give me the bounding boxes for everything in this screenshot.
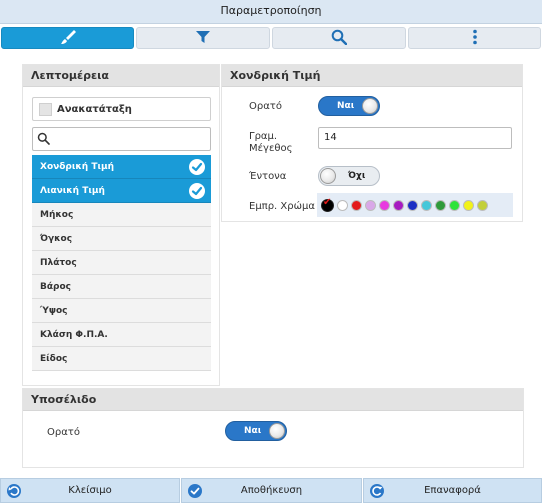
list-item[interactable]: Μήκος — [32, 203, 211, 227]
search-input[interactable] — [53, 131, 203, 147]
font-size-input[interactable]: 14 — [318, 127, 512, 149]
save-button-label: Αποθήκευση — [240, 485, 303, 496]
list-item[interactable]: Κλάση Φ.Π.Α. — [32, 323, 211, 347]
toggle-knob — [269, 423, 285, 439]
toggle-knob — [320, 168, 336, 184]
list-item-label: Χονδρική Τιμή — [40, 162, 114, 172]
bottom-action-bar: Κλείσιμο Αποθήκευση Επαναφορά — [0, 478, 542, 503]
field-settings-panel: Χονδρική Τιμή Ορατό Ναι Γραμ. Μέγεθος 14… — [221, 64, 523, 222]
check-icon — [189, 159, 205, 175]
close-button-label: Κλείσιμο — [68, 485, 112, 496]
bold-label: Έντονα — [249, 171, 287, 182]
tab-bar — [0, 25, 542, 51]
content-area: Λεπτομέρεια Ανακατάταξη Χονδρική Τιμή Λι… — [18, 58, 526, 470]
list-item-label: Μήκος — [40, 210, 74, 220]
details-panel-title: Λεπτομέρεια — [23, 65, 219, 87]
list-item[interactable]: Είδος — [32, 347, 211, 371]
color-label: Εμπρ. Χρώμα — [249, 201, 315, 212]
color-swatch-magenta[interactable] — [379, 199, 390, 211]
visible-label: Ορατό — [249, 101, 282, 112]
list-item-label: Πλάτος — [40, 258, 77, 268]
reset-button-label: Επαναφορά — [424, 485, 481, 496]
search-icon — [37, 132, 50, 148]
details-panel: Λεπτομέρεια Ανακατάταξη Χονδρική Τιμή Λι… — [22, 64, 220, 386]
field-settings-title: Χονδρική Τιμή — [222, 65, 522, 87]
list-item[interactable]: Βάρος — [32, 275, 211, 299]
list-item[interactable]: Πλάτος — [32, 251, 211, 275]
refresh-icon — [370, 484, 384, 498]
paintbrush-icon — [59, 29, 77, 48]
list-item[interactable]: Ύψος — [32, 299, 211, 323]
list-item-label: Ύψος — [40, 306, 68, 316]
bold-toggle-label: Όχι — [348, 171, 366, 181]
font-size-label: Γραμ. Μέγεθος — [249, 131, 293, 154]
footer-visible-toggle[interactable]: Ναι — [225, 421, 287, 441]
visible-toggle[interactable]: Ναι — [318, 96, 380, 116]
shuffle-label: Ανακατάταξη — [57, 103, 132, 115]
tab-brush[interactable] — [1, 27, 134, 49]
bold-toggle[interactable]: Όχι — [318, 166, 380, 186]
footer-panel-title: Υποσέλιδο — [23, 389, 523, 411]
list-item-label: Όγκος — [40, 234, 73, 244]
footer-visible-label: Ορατό — [47, 427, 80, 438]
color-swatch-yellow[interactable] — [463, 199, 474, 211]
shuffle-checkbox[interactable] — [39, 102, 52, 116]
color-palette — [317, 193, 513, 217]
filter-icon — [196, 30, 210, 47]
list-item[interactable]: Όγκος — [32, 227, 211, 251]
color-swatch-cyan[interactable] — [421, 199, 432, 211]
footer-visible-toggle-label: Ναι — [244, 426, 262, 436]
color-swatch-lime[interactable] — [449, 199, 460, 211]
color-swatch-black[interactable] — [321, 197, 334, 212]
color-swatch-purple[interactable] — [393, 199, 404, 211]
color-swatch-olive[interactable] — [477, 199, 488, 211]
close-button[interactable]: Κλείσιμο — [0, 478, 180, 503]
color-swatch-lilac[interactable] — [365, 199, 376, 211]
color-swatch-white[interactable] — [337, 199, 348, 211]
tab-more[interactable] — [408, 27, 541, 49]
color-swatch-blue[interactable] — [407, 199, 418, 211]
footer-panel: Υποσέλιδο Ορατό Ναι — [22, 388, 524, 468]
window-title: Παραμετροποίηση — [0, 0, 542, 24]
field-list: Χονδρική Τιμή Λιανική Τιμή Μήκος Όγκος Π… — [32, 155, 211, 383]
save-button[interactable]: Αποθήκευση — [181, 478, 362, 503]
toggle-knob — [362, 98, 378, 114]
list-item-label: Λιανική Τιμή — [40, 186, 105, 196]
list-item-label: Κλάση Φ.Π.Α. — [40, 330, 108, 340]
more-vertical-icon — [472, 29, 478, 48]
list-item-label: Βάρος — [40, 282, 72, 292]
back-arrow-icon — [7, 484, 21, 498]
check-circle-icon — [188, 484, 202, 498]
list-item-label: Είδος — [40, 354, 68, 364]
visible-toggle-label: Ναι — [337, 101, 355, 111]
check-icon — [189, 183, 205, 199]
list-item[interactable]: Χονδρική Τιμή — [32, 155, 211, 179]
shuffle-button[interactable]: Ανακατάταξη — [32, 97, 211, 121]
search-icon — [331, 29, 348, 48]
list-item[interactable]: Λιανική Τιμή — [32, 179, 211, 203]
tab-filter[interactable] — [136, 27, 270, 49]
tab-search[interactable] — [272, 27, 406, 49]
search-field[interactable] — [32, 127, 211, 151]
color-swatch-green[interactable] — [435, 199, 446, 211]
reset-button[interactable]: Επαναφορά — [363, 478, 542, 503]
color-swatch-red[interactable] — [351, 199, 362, 211]
